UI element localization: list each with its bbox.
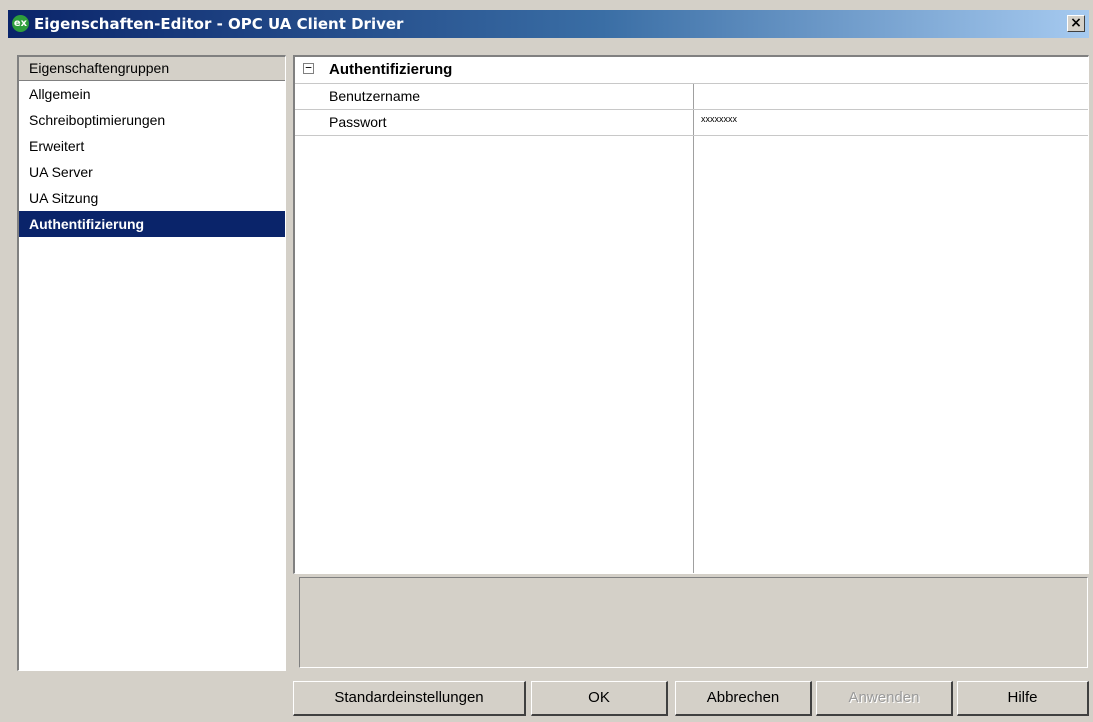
group-item-allgemein[interactable]: Allgemein: [19, 81, 285, 107]
group-item-schreiboptimierungen[interactable]: Schreiboptimierungen: [19, 107, 285, 133]
description-box: [299, 577, 1088, 668]
defaults-button[interactable]: Standardeinstellungen: [293, 681, 526, 716]
title-bar[interactable]: ex Eigenschaften-Editor - OPC UA Client …: [8, 10, 1089, 38]
group-item-ua-server[interactable]: UA Server: [19, 159, 285, 185]
property-grid: − Authentifizierung Benutzername Passwor…: [293, 55, 1089, 574]
group-item-erweitert[interactable]: Erweitert: [19, 133, 285, 159]
window-title: Eigenschaften-Editor - OPC UA Client Dri…: [34, 15, 404, 33]
help-button[interactable]: Hilfe: [957, 681, 1089, 716]
property-name: Passwort: [329, 114, 387, 130]
close-icon: ×: [1070, 15, 1082, 31]
group-header-row[interactable]: − Authentifizierung: [295, 57, 1088, 84]
apply-button[interactable]: Anwenden: [816, 681, 953, 716]
group-item-authentifizierung[interactable]: Authentifizierung: [19, 211, 285, 237]
properties-editor-window: ex Eigenschaften-Editor - OPC UA Client …: [0, 0, 1093, 722]
property-row-username[interactable]: Benutzername: [295, 84, 1088, 110]
close-button[interactable]: ×: [1067, 15, 1085, 32]
cancel-button[interactable]: Abbrechen: [675, 681, 812, 716]
property-name: Benutzername: [329, 88, 421, 104]
column-divider[interactable]: [693, 84, 694, 573]
property-row-password[interactable]: Passwort xxxxxxxx: [295, 110, 1088, 136]
app-logo-icon: ex: [12, 15, 29, 32]
property-groups-header: Eigenschaftengruppen: [19, 57, 285, 81]
group-item-ua-sitzung[interactable]: UA Sitzung: [19, 185, 285, 211]
property-groups-list[interactable]: Eigenschaftengruppen Allgemein Schreibop…: [17, 55, 286, 671]
ok-button[interactable]: OK: [531, 681, 668, 716]
password-field[interactable]: xxxxxxxx: [701, 110, 737, 128]
group-header-label: Authentifizierung: [329, 61, 453, 78]
collapse-icon[interactable]: −: [303, 62, 314, 74]
